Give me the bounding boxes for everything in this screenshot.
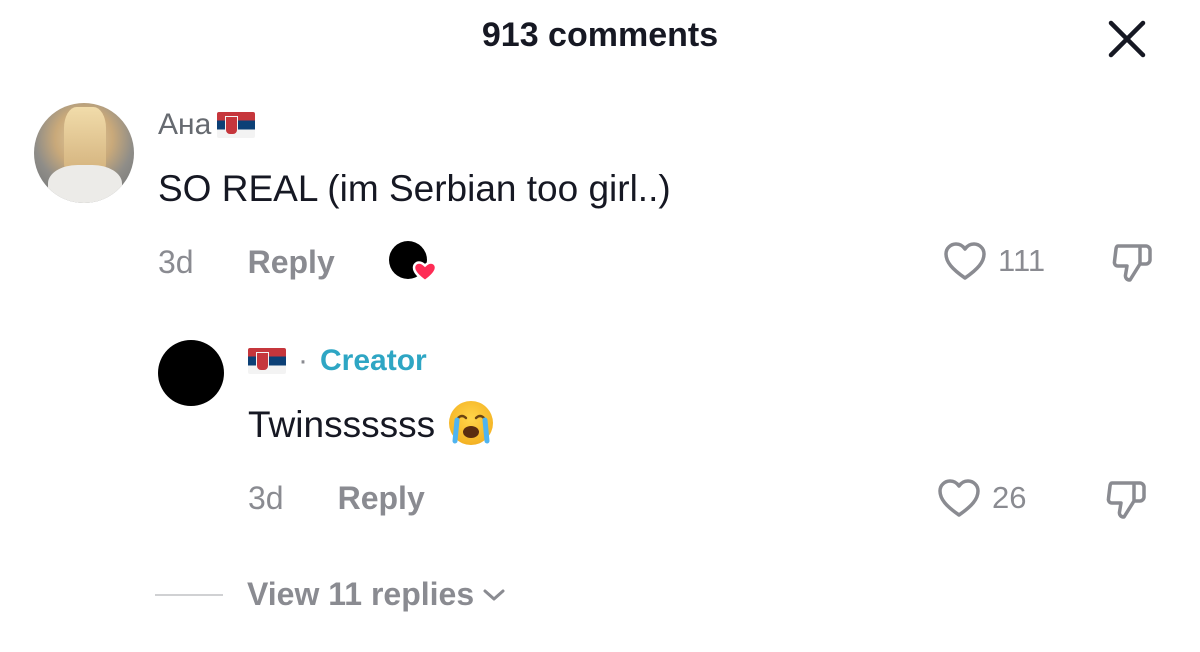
reply-button[interactable]: Reply — [338, 480, 425, 517]
comments-count-title: 913 comments — [481, 16, 719, 54]
reply-username[interactable]: · Creator — [248, 344, 427, 378]
heart-icon — [938, 479, 980, 517]
creator-liked-badge[interactable] — [388, 240, 440, 286]
reply-button[interactable]: Reply — [248, 244, 335, 281]
like-button[interactable]: 111 — [942, 240, 1045, 282]
creator-badge: Creator — [320, 344, 427, 377]
loudly-crying-face-emoji-icon — [449, 401, 494, 446]
reply-text: Twinssssss — [248, 404, 436, 445]
creator-liked-icon — [389, 241, 438, 283]
thumbs-down-icon — [1106, 481, 1146, 519]
reply-meta: 3d Reply — [248, 480, 425, 517]
replies-divider — [155, 593, 223, 596]
view-replies-button[interactable]: View 11 replies — [155, 576, 508, 613]
comment-username[interactable]: Ана — [158, 108, 256, 142]
avatar[interactable] — [34, 103, 134, 203]
reply-like-count: 26 — [992, 480, 1027, 515]
serbia-flag-icon — [248, 348, 286, 374]
close-icon — [1108, 20, 1146, 58]
heart-icon — [944, 242, 986, 280]
like-count: 111 — [998, 243, 1046, 278]
separator-dot: · — [298, 344, 308, 377]
view-replies-label: View 11 replies — [247, 576, 475, 612]
creator-avatar[interactable] — [158, 340, 224, 406]
comments-header: 913 comments — [0, 0, 1200, 80]
thumbs-down-icon — [1112, 244, 1152, 282]
comment-text: SO REAL (im Serbian too girl..) — [158, 168, 671, 209]
dislike-button[interactable] — [1110, 240, 1154, 284]
chevron-down-icon — [483, 589, 505, 600]
reply-dislike-button[interactable] — [1104, 477, 1148, 521]
serbia-flag-icon — [217, 112, 256, 138]
comment-time: 3d — [158, 244, 194, 280]
close-button[interactable] — [1104, 16, 1150, 62]
reply-text-row: Twinssssss — [248, 401, 494, 449]
reply-time: 3d — [248, 480, 284, 516]
username-text: Ана — [158, 108, 212, 141]
comment-meta: 3d Reply — [158, 244, 335, 281]
reply-like-button[interactable]: 26 — [936, 477, 1026, 519]
